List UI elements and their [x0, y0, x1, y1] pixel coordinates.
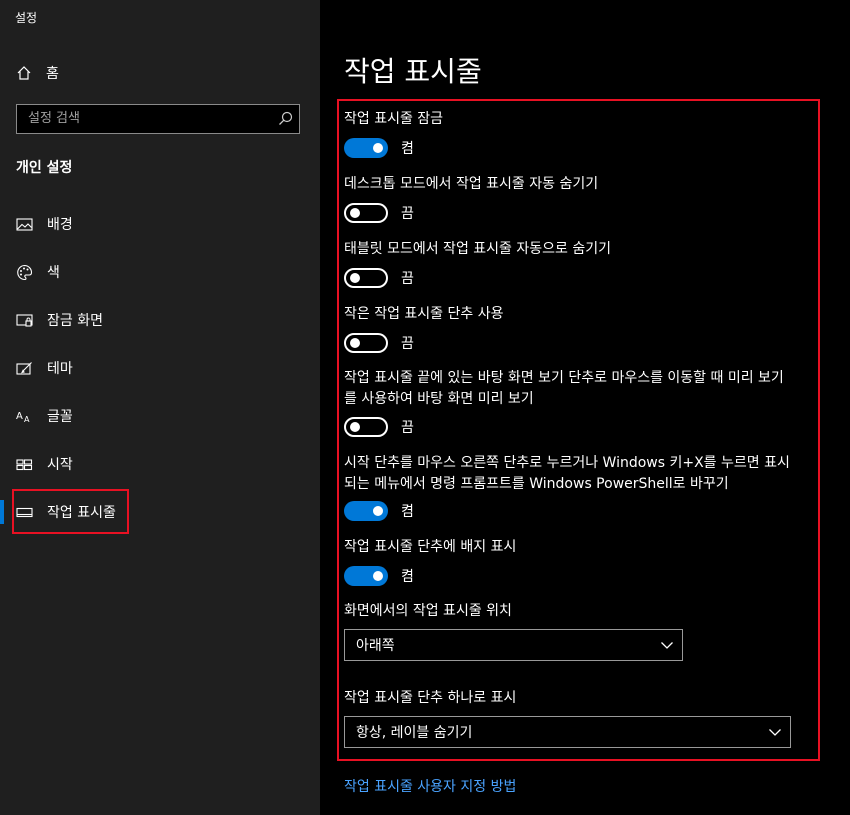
sidebar-item-color[interactable]: 색 — [0, 252, 320, 292]
section-title: 개인 설정 — [16, 160, 73, 176]
toggle-autohide-desktop[interactable] — [344, 203, 388, 223]
setting-row-peek: 끔 — [344, 415, 414, 439]
setting-row-powershell: 켬 — [344, 499, 414, 523]
toggle-knob — [373, 506, 383, 516]
sidebar-item-start[interactable]: 시작 — [0, 444, 320, 484]
sidebar-item-label: 잠금 화면 — [47, 313, 103, 329]
select-value: 항상, 레이블 숨기기 — [356, 725, 473, 741]
setting-row-autohide-tablet: 끔 — [344, 266, 414, 290]
search-box[interactable] — [16, 104, 300, 134]
home-label: 홈 — [46, 66, 59, 82]
setting-label-badges: 작업 표시줄 단추에 배지 표시 — [344, 539, 517, 555]
toggle-state: 켬 — [401, 569, 414, 585]
search-input[interactable] — [17, 105, 267, 132]
home-link[interactable]: 홈 — [16, 60, 59, 86]
font-icon: AA — [16, 408, 33, 425]
toggle-knob — [350, 422, 360, 432]
sidebar-item-label: 배경 — [47, 217, 73, 233]
toggle-autohide-tablet[interactable] — [344, 268, 388, 288]
setting-label-lock-taskbar: 작업 표시줄 잠금 — [344, 111, 444, 127]
setting-label-autohide-tablet: 태블릿 모드에서 작업 표시줄 자동으로 숨기기 — [344, 241, 611, 257]
svg-text:A: A — [24, 415, 30, 424]
customize-taskbar-link[interactable]: 작업 표시줄 사용자 지정 방법 — [344, 776, 516, 796]
palette-icon — [16, 264, 33, 281]
toggle-powershell[interactable] — [344, 501, 388, 521]
setting-label-powershell: 시작 단추를 마우스 오른쪽 단추로 누르거나 Windows 키+X를 누르면… — [344, 455, 790, 492]
setting-label-combine: 작업 표시줄 단추 하나로 표시 — [344, 690, 517, 706]
sidebar-item-theme[interactable]: 테마 — [0, 348, 320, 388]
sidebar: 설정 홈 개인 설정 배경 색 잠금 화면 테마 AA 글꼴 시작 작업 표시줄 — [0, 0, 320, 815]
toggle-small-buttons[interactable] — [344, 333, 388, 353]
theme-icon — [16, 360, 33, 377]
toggle-lock-taskbar[interactable] — [344, 138, 388, 158]
page-title: 작업 표시줄 — [344, 55, 482, 88]
setting-row-autohide-desktop: 끔 — [344, 201, 414, 225]
toggle-state: 끔 — [401, 206, 414, 222]
toggle-knob — [373, 143, 383, 153]
select-value: 아래쪽 — [356, 638, 395, 654]
svg-text:A: A — [16, 411, 23, 422]
taskbar-position-select[interactable]: 아래쪽 — [344, 629, 683, 661]
setting-row-badges: 켬 — [344, 564, 414, 588]
toggle-state: 켬 — [401, 504, 414, 520]
app-title: 설정 — [15, 11, 38, 25]
toggle-knob — [350, 338, 360, 348]
toggle-knob — [350, 208, 360, 218]
home-icon — [17, 66, 31, 80]
lock-screen-icon — [16, 312, 33, 329]
setting-label-peek: 작업 표시줄 끝에 있는 바탕 화면 보기 단추로 마우스를 이동할 때 미리 … — [344, 370, 784, 407]
sidebar-item-label: 시작 — [47, 457, 73, 473]
sidebar-item-label: 색 — [47, 265, 60, 281]
chevron-down-icon — [661, 642, 673, 649]
toggle-peek[interactable] — [344, 417, 388, 437]
setting-label-position: 화면에서의 작업 표시줄 위치 — [344, 603, 512, 619]
toggle-knob — [373, 571, 383, 581]
start-icon — [16, 456, 33, 473]
highlight-box — [12, 489, 129, 534]
toggle-state: 켬 — [401, 141, 414, 157]
setting-label-autohide-desktop: 데스크톱 모드에서 작업 표시줄 자동 숨기기 — [344, 176, 599, 192]
toggle-knob — [350, 273, 360, 283]
toggle-state: 끔 — [401, 336, 414, 352]
sidebar-item-label: 테마 — [47, 361, 73, 377]
setting-label-small-buttons: 작은 작업 표시줄 단추 사용 — [344, 306, 504, 322]
toggle-state: 끔 — [401, 271, 414, 287]
toggle-state: 끔 — [401, 420, 414, 436]
picture-icon — [16, 216, 33, 233]
sidebar-item-lock-screen[interactable]: 잠금 화면 — [0, 300, 320, 340]
search-icon[interactable] — [278, 111, 293, 126]
sidebar-item-background[interactable]: 배경 — [0, 204, 320, 244]
sidebar-item-label: 글꼴 — [47, 409, 73, 425]
toggle-badges[interactable] — [344, 566, 388, 586]
setting-row-small-buttons: 끔 — [344, 331, 414, 355]
combine-buttons-select[interactable]: 항상, 레이블 숨기기 — [344, 716, 791, 748]
sidebar-item-fonts[interactable]: AA 글꼴 — [0, 396, 320, 436]
chevron-down-icon — [769, 729, 781, 736]
setting-row-lock-taskbar: 켬 — [344, 136, 414, 160]
